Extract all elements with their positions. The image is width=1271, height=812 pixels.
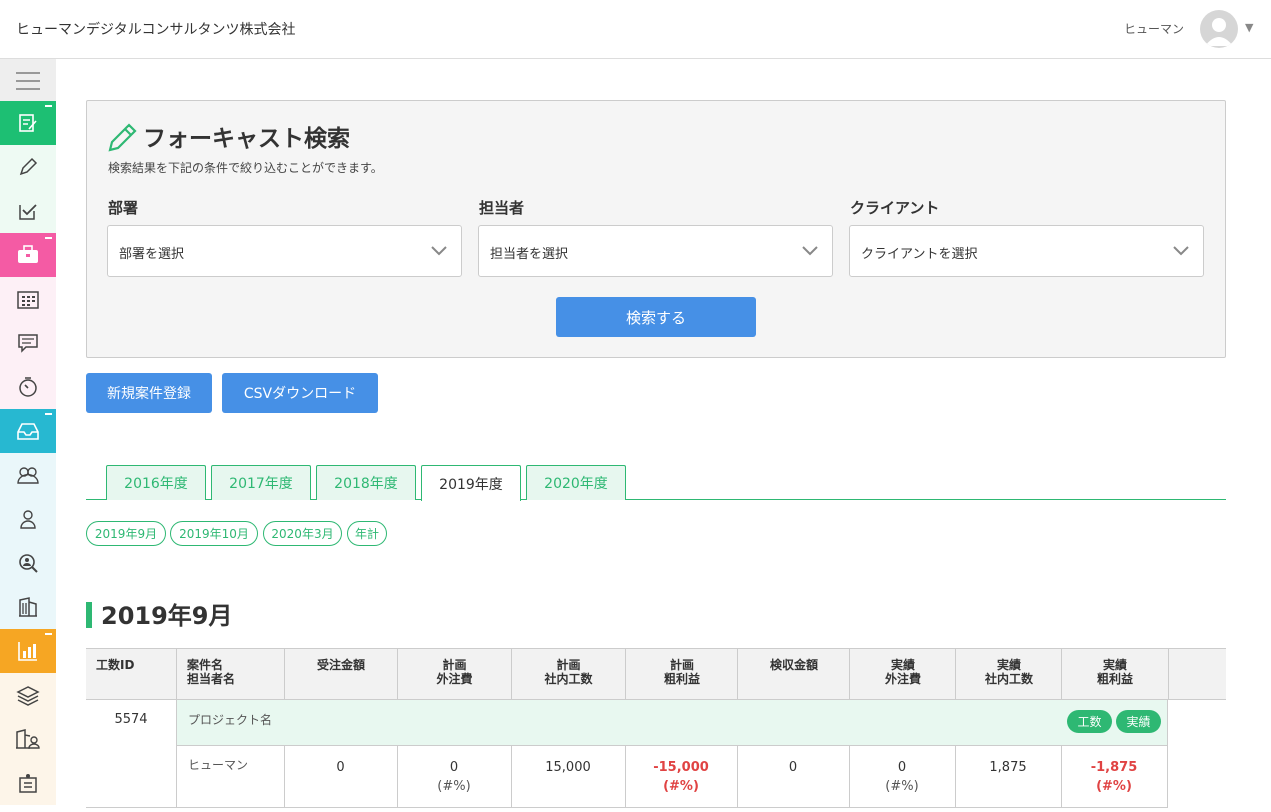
plan-internal-hours: 15,000 bbox=[545, 760, 591, 775]
actual-outsource: 0 (#%) bbox=[885, 760, 919, 794]
assignee-name: ヒューマン bbox=[188, 758, 249, 772]
table-header: 工数ID 案件名 担当者名 受注金額 計画 外注費 計画 社内工数 計画 粗利益 検収金… bbox=[86, 648, 1226, 700]
pencil-icon bbox=[19, 157, 38, 176]
col-header-project: 案件名 担当者名 bbox=[187, 658, 236, 686]
col-header-acceptance: 検収金額 bbox=[769, 658, 818, 672]
message-icon bbox=[18, 334, 38, 353]
sidebar-item-edit[interactable] bbox=[0, 145, 56, 189]
col-header-order: 受注金額 bbox=[316, 658, 365, 672]
menu-icon bbox=[16, 72, 40, 90]
plan-profit: -15,000 (#%) bbox=[653, 760, 709, 794]
group-icon bbox=[17, 467, 39, 484]
building-icon bbox=[19, 597, 37, 617]
client-select[interactable]: クライアントを選択 bbox=[849, 225, 1204, 277]
assignee-select-value: 担当者を選択 bbox=[490, 247, 569, 262]
actual-internal-hours: 1,875 bbox=[989, 760, 1027, 775]
month-pill-2019-10[interactable]: 2019年10月 bbox=[170, 521, 258, 546]
chevron-down-icon bbox=[431, 246, 447, 256]
tab-2018[interactable]: 2018年度 bbox=[316, 465, 416, 500]
actual-profit: -1,875 (#%) bbox=[1090, 760, 1138, 794]
sidebar-menu-toggle[interactable] bbox=[0, 59, 56, 103]
top-header: ヒューマンデジタルコンサルタンツ株式会社 ヒューマン ▼ bbox=[0, 0, 1271, 59]
panel-description: 検索結果を下記の条件で絞り込むことができます。 bbox=[108, 161, 383, 175]
sidebar-item-person[interactable] bbox=[0, 497, 56, 541]
project-row-band bbox=[176, 700, 1167, 746]
section-title: 2019年9月 bbox=[101, 602, 233, 630]
building-user-icon bbox=[16, 729, 40, 749]
sidebar-item-checklist[interactable] bbox=[0, 189, 56, 233]
avatar[interactable] bbox=[1200, 10, 1238, 48]
sidebar-item-groups[interactable] bbox=[0, 453, 56, 497]
sidebar-item-layers[interactable] bbox=[0, 673, 56, 717]
project-name[interactable]: プロジェクト名 bbox=[188, 711, 272, 730]
sidebar-item-company[interactable] bbox=[0, 585, 56, 629]
org-chart-icon bbox=[19, 774, 37, 793]
person-icon bbox=[20, 510, 36, 529]
search-button[interactable]: 検索する bbox=[556, 297, 756, 337]
plan-outsource: 0 (#%) bbox=[437, 760, 471, 794]
user-search-icon bbox=[19, 554, 38, 573]
department-select[interactable]: 部署を選択 bbox=[107, 225, 462, 277]
user-name[interactable]: ヒューマン bbox=[1124, 20, 1184, 37]
col-header-actual-outsource: 実績 外注費 bbox=[884, 658, 921, 686]
sidebar-item-messages[interactable] bbox=[0, 321, 56, 365]
sidebar-item-timer[interactable] bbox=[0, 365, 56, 409]
tab-2017[interactable]: 2017年度 bbox=[211, 465, 311, 500]
sidebar-item-inbox[interactable] bbox=[0, 409, 56, 453]
col-header-actual-internal: 実績 社内工数 bbox=[984, 658, 1033, 686]
sidebar-item-company-users[interactable] bbox=[0, 717, 56, 761]
sidebar-item-reports[interactable] bbox=[0, 629, 56, 673]
month-pill-2020-03[interactable]: 2020年3月 bbox=[263, 521, 342, 546]
chevron-down-icon bbox=[802, 246, 818, 256]
badge-actual[interactable]: 実績 bbox=[1116, 710, 1161, 733]
col-header-id: 工数ID bbox=[96, 658, 135, 672]
sidebar-item-calendar[interactable] bbox=[0, 277, 56, 321]
tab-2020[interactable]: 2020年度 bbox=[526, 465, 626, 500]
client-select-value: クライアントを選択 bbox=[861, 247, 978, 262]
client-label: クライアント bbox=[850, 199, 940, 217]
user-menu-caret-icon[interactable]: ▼ bbox=[1245, 21, 1253, 34]
bar-chart-icon bbox=[18, 642, 37, 661]
company-name: ヒューマンデジタルコンサルタンツ株式会社 bbox=[16, 22, 296, 38]
tab-2016[interactable]: 2016年度 bbox=[106, 465, 206, 500]
chevron-down-icon bbox=[1173, 246, 1189, 256]
csv-download-button[interactable]: CSVダウンロード bbox=[222, 373, 378, 413]
sidebar-item-forecast[interactable] bbox=[0, 101, 56, 145]
assignee-select[interactable]: 担当者を選択 bbox=[478, 225, 833, 277]
badge-man-hours[interactable]: 工数 bbox=[1067, 710, 1112, 733]
acceptance-amount: 0 bbox=[788, 760, 798, 775]
user-avatar-icon bbox=[1205, 18, 1233, 46]
order-amount: 0 bbox=[336, 760, 345, 775]
col-header-plan-profit: 計画 粗利益 bbox=[663, 658, 700, 686]
month-pill-2019-09[interactable]: 2019年9月 bbox=[86, 521, 166, 546]
inbox-icon bbox=[17, 423, 39, 440]
assignee-label: 担当者 bbox=[479, 199, 525, 217]
tab-2019[interactable]: 2019年度 bbox=[421, 465, 521, 501]
checklist-icon bbox=[19, 204, 37, 220]
row-id: 5574 bbox=[114, 712, 148, 727]
layers-icon bbox=[16, 686, 40, 706]
sidebar-item-org[interactable] bbox=[0, 761, 56, 805]
new-project-button[interactable]: 新規案件登録 bbox=[86, 373, 212, 413]
sidebar-item-user-search[interactable] bbox=[0, 541, 56, 585]
forecast-search-panel: フォーキャスト検索 検索結果を下記の条件で絞り込むことができます。 部署 担当者… bbox=[86, 100, 1226, 358]
edit-list-icon bbox=[19, 114, 37, 132]
panel-title: フォーキャスト検索 bbox=[143, 126, 350, 152]
calendar-icon bbox=[17, 291, 39, 309]
section-accent-bar bbox=[86, 602, 92, 628]
briefcase-icon bbox=[18, 245, 38, 263]
sidebar bbox=[0, 59, 56, 812]
department-label: 部署 bbox=[108, 199, 139, 217]
col-header-plan-outsource: 計画 外注費 bbox=[436, 658, 473, 686]
department-select-value: 部署を選択 bbox=[119, 247, 185, 262]
col-header-plan-internal: 計画 社内工数 bbox=[544, 658, 593, 686]
col-header-actual-profit: 実績 粗利益 bbox=[1096, 658, 1133, 686]
sidebar-item-projects[interactable] bbox=[0, 233, 56, 277]
timer-icon bbox=[19, 377, 37, 397]
month-pill-total[interactable]: 年計 bbox=[347, 521, 387, 546]
pencil-icon bbox=[108, 123, 137, 152]
